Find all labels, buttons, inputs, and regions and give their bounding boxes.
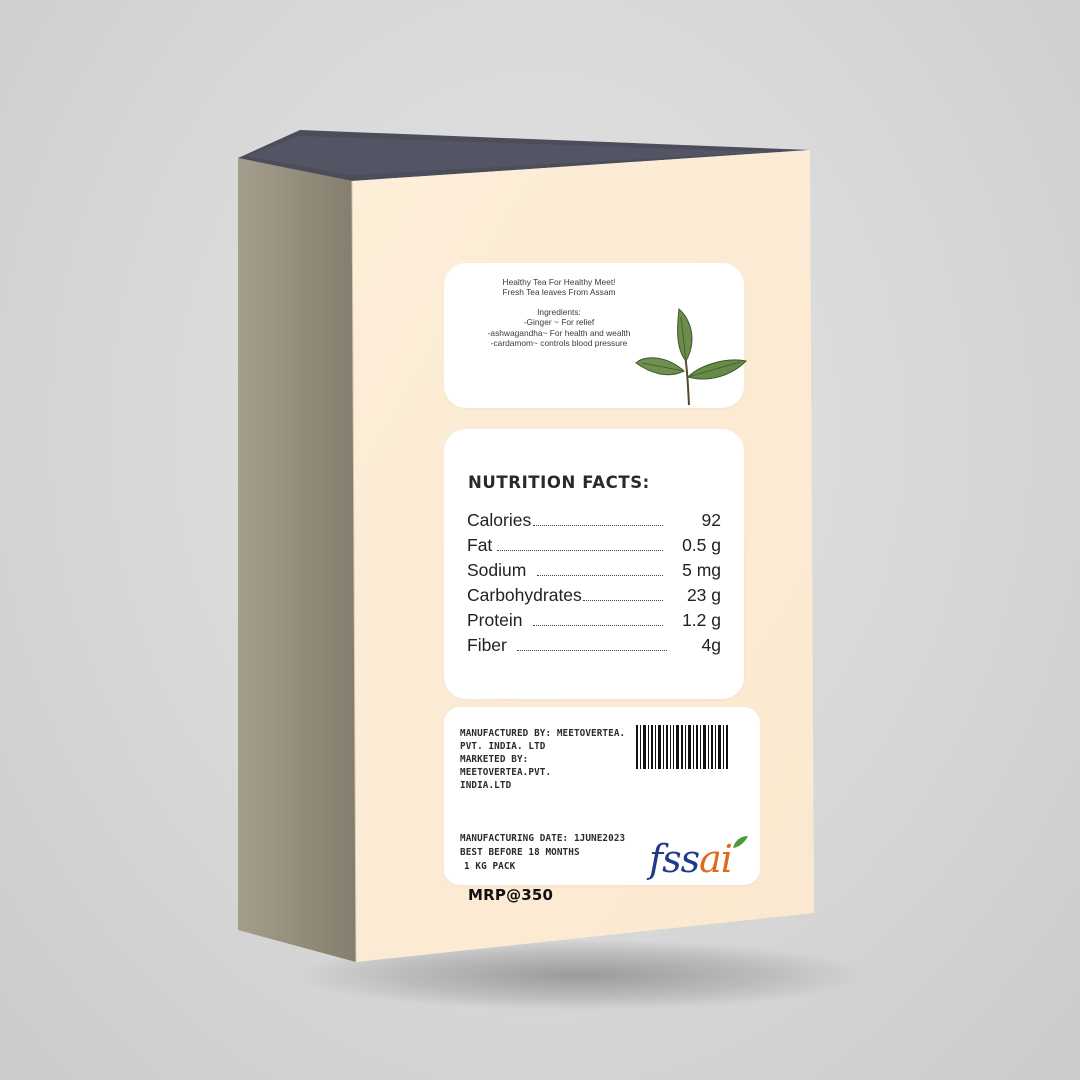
ingredients-text: Healthy Tea For Healthy Meet! Fresh Tea … [464,277,654,348]
nutrition-row: Carbohydrates 23 g [467,582,721,606]
logo-text-a: fss [649,837,700,881]
ingredient-item: -cardamom~ controls blood pressure [490,338,628,349]
tea-leaf-icon [635,307,748,405]
nutrition-value: 23 g [686,585,721,605]
nutrition-label: Protein [467,610,523,630]
nutrition-label: Carbohydrates [467,585,582,605]
nutrition-value: 1.2 g [682,610,721,630]
ingredient-item: -Ginger ~ For relief [523,317,595,328]
nutrition-panel: NUTRITION FACTS: Calories 92 Fat 0.5 g S… [444,429,744,699]
nutrition-row: Sodium 5 mg [467,557,721,581]
nutrition-row: Calories 92 [467,507,721,531]
mrp-price: MRP@350 [468,886,554,904]
nutrition-title: NUTRITION FACTS: [468,473,650,492]
marketed-by-line-1: MARKETED BY: [460,754,529,765]
marketed-by-line-2: MEETOVERTEA.PVT. [460,767,552,778]
nutrition-value: 92 [701,510,721,530]
box-side-face [238,158,356,962]
nutrition-row: Fat 0.5 g [467,532,721,556]
barcode-icon [636,725,728,769]
nutrition-value: 5 mg [682,560,721,580]
tagline-1: Healthy Tea For Healthy Meet! [502,277,616,287]
marketed-by-line-3: INDIA.LTD [460,780,512,791]
nutrition-value: 0.5 g [682,535,721,555]
best-before: BEST BEFORE 18 MONTHS [460,847,580,858]
nutrition-label: Fiber [467,635,507,655]
manufacturer-panel: MANUFACTURED BY: MEETOVERTEA. PVT. INDIA… [444,707,760,904]
manufacturing-date: MANUFACTURING DATE: 1JUNE2023 [460,833,626,844]
nutrition-label: Sodium [467,560,527,580]
tagline-2: Fresh Tea leaves From Assam [502,287,616,298]
fssai-logo-icon: fssai [649,835,759,885]
ingredients-panel: Healthy Tea For Healthy Meet! Fresh Tea … [444,263,748,408]
logo-text-b: ai [699,837,733,881]
pack-size: 1 KG PACK [464,861,516,872]
nutrition-row: Protein 1.2 g [467,607,721,631]
nutrition-label: Fat [467,535,493,555]
manufactured-by-line-2: PVT. INDIA. LTD [460,741,546,752]
nutrition-row: Fiber 4g [467,632,721,656]
nutrition-value: 4g [701,635,721,655]
ingredient-item: -ashwagandha~ For health and wealth [487,327,631,338]
ingredients-heading: Ingredients: [537,306,581,317]
manufactured-by-line-1: MANUFACTURED BY: MEETOVERTEA. [460,728,626,739]
nutrition-label: Calories [467,510,532,530]
